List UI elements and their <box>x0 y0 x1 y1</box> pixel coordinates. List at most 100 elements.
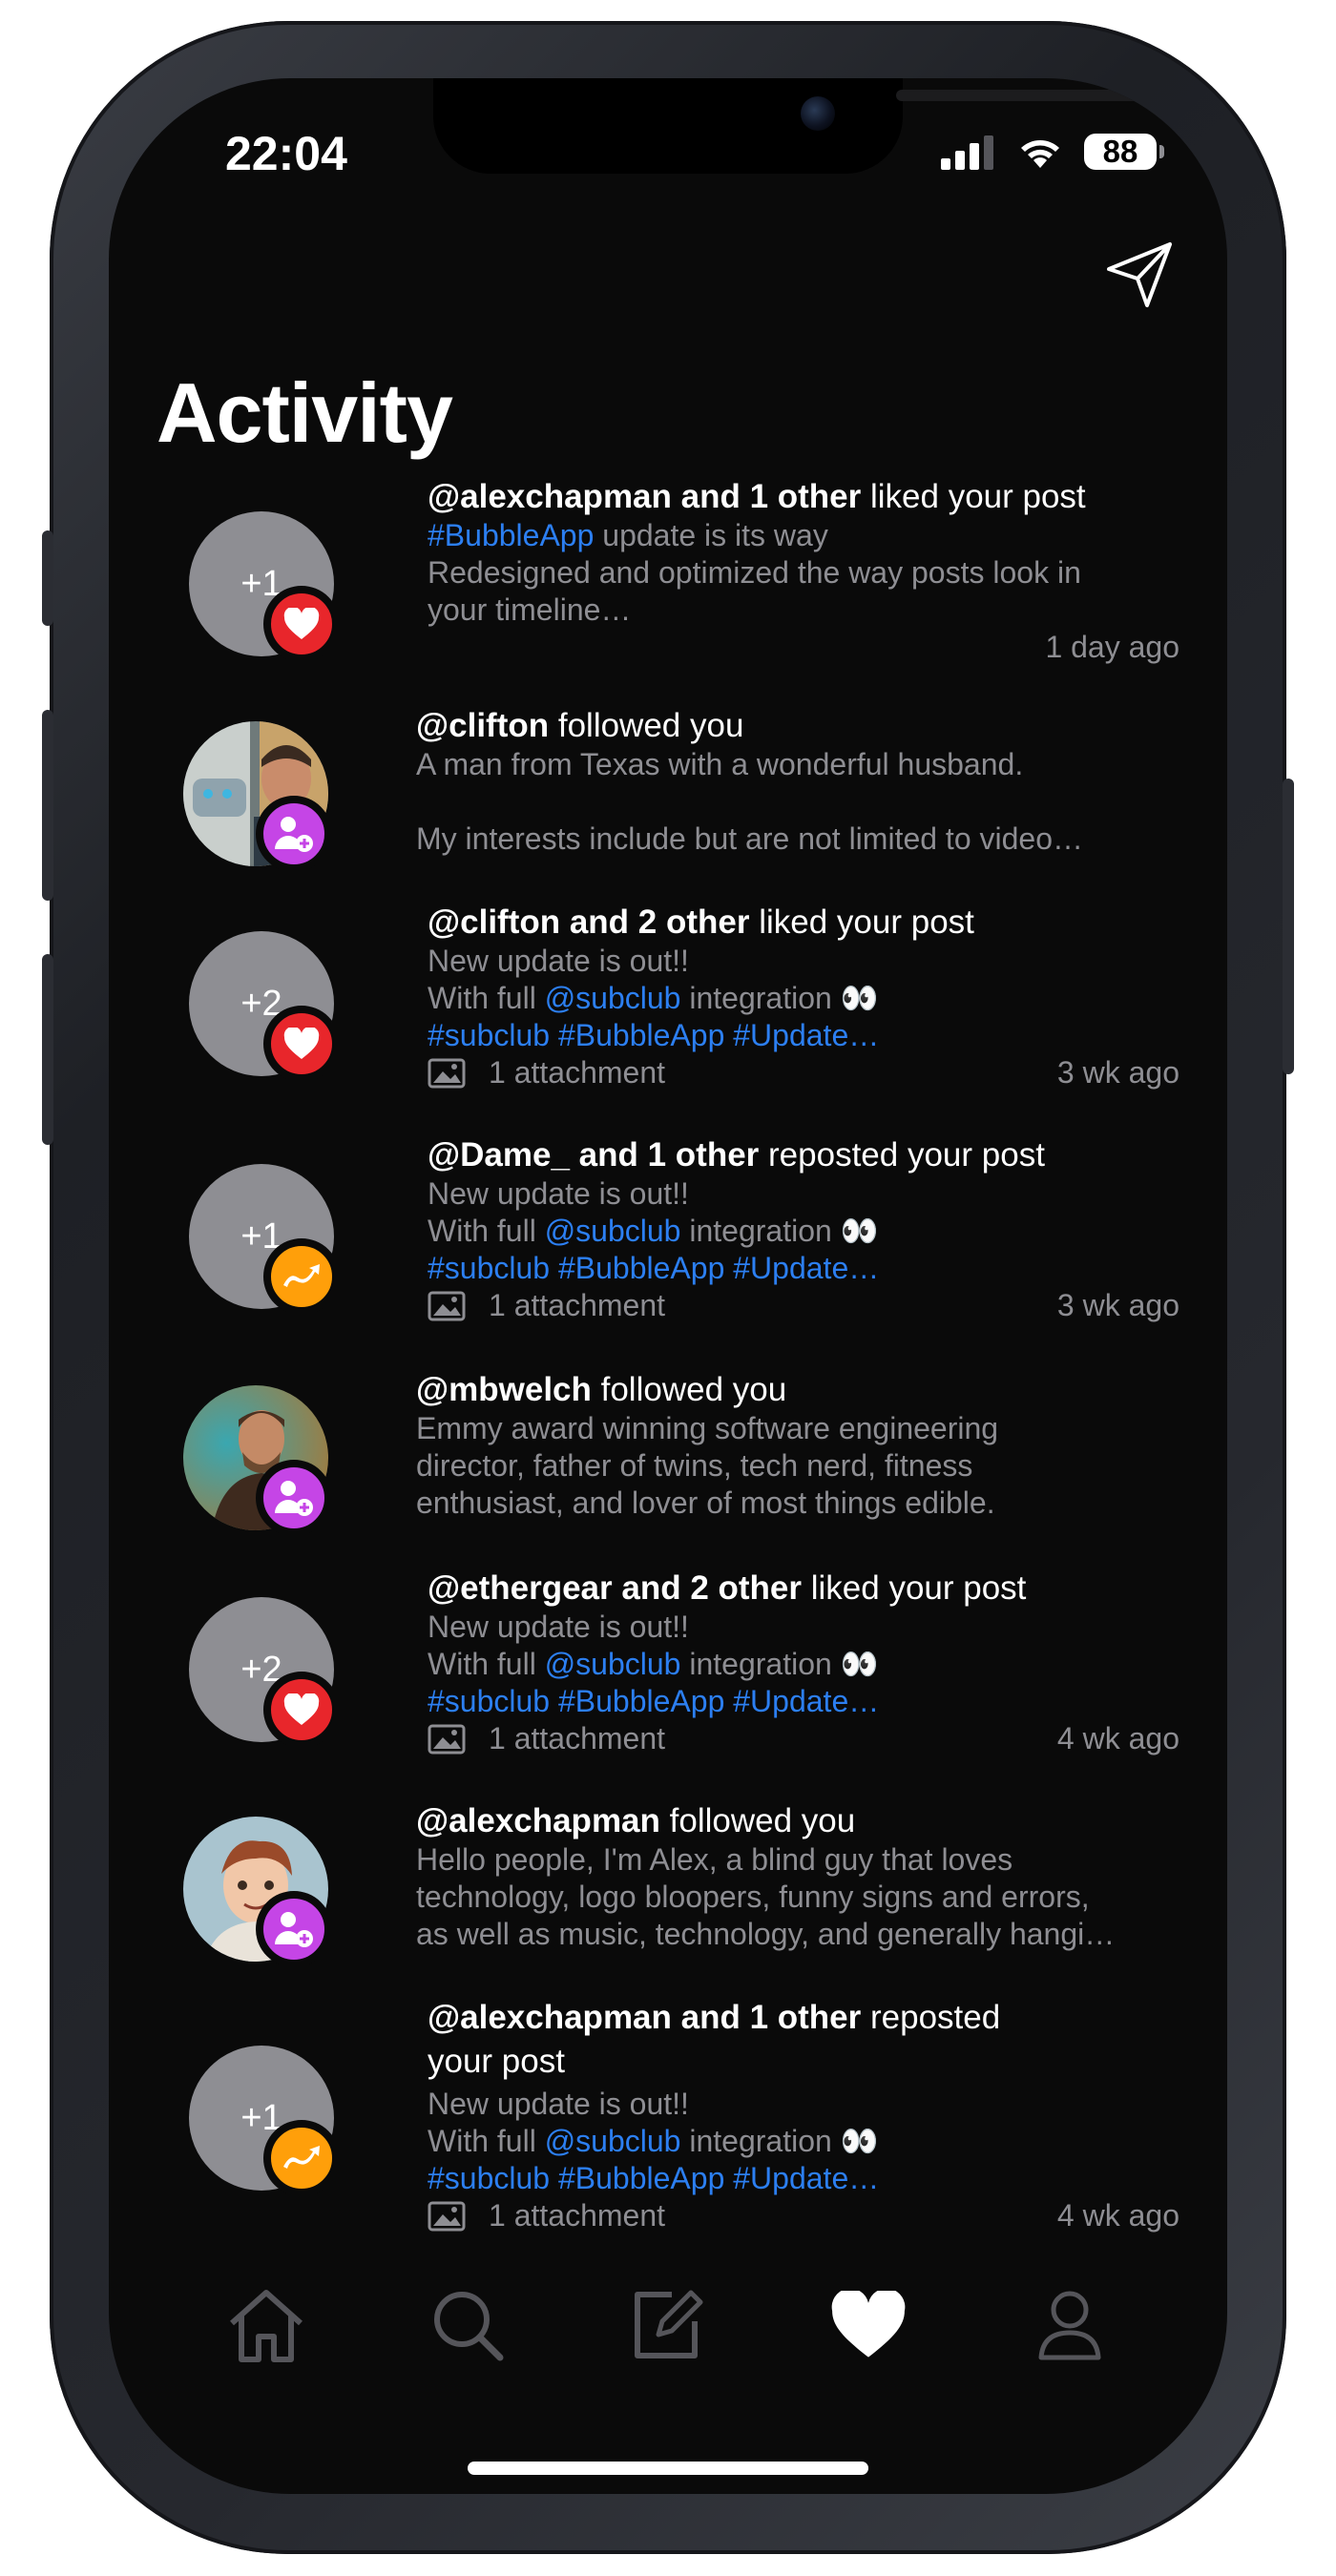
post-text: New update is out!! <box>428 2087 689 2121</box>
action-text: liked your post <box>802 1569 1027 1607</box>
send-button[interactable] <box>1105 240 1174 309</box>
home-indicator[interactable] <box>468 2462 868 2475</box>
add-person-icon <box>275 1481 313 1516</box>
search-icon <box>433 2292 504 2361</box>
hashtags[interactable]: #subclub #BubbleApp #Update… <box>428 1017 1179 1054</box>
compose-icon <box>634 2290 703 2358</box>
tab-bar <box>109 2263 1227 2387</box>
page-title: Activity <box>157 365 453 460</box>
actor-name[interactable]: @clifton <box>416 707 549 744</box>
heart-icon <box>283 1028 320 1059</box>
actor-name[interactable]: @alexchapman and 1 other <box>428 1999 861 2036</box>
bio-text: Emmy award winning software engineering <box>416 1411 999 1445</box>
repost-badge <box>263 1238 340 1315</box>
post-text: With full <box>428 1214 545 1248</box>
image-icon <box>428 1058 466 1088</box>
like-badge <box>263 1672 340 1748</box>
power-button <box>1283 779 1294 1074</box>
signal-icon <box>941 135 993 170</box>
actor-name[interactable]: @mbwelch <box>416 1371 592 1408</box>
post-text: New update is out!! <box>428 1176 689 1211</box>
mention-link[interactable]: @subclub <box>545 1647 681 1681</box>
screen: 22:04 88 Activity +1 @alexchapman and 1 … <box>109 78 1227 2494</box>
action-text: liked your post <box>749 904 974 941</box>
activity-content: @mbwelch followed you Emmy award winning… <box>416 1370 1179 1522</box>
action-text: reposted <box>861 1999 1001 2036</box>
post-text: integration 👀 <box>680 1214 879 1248</box>
activity-row[interactable]: +2 @clifton and 2 other liked your post … <box>109 903 1227 1124</box>
home-icon <box>230 2290 303 2362</box>
repost-icon <box>283 2146 320 2169</box>
hashtags[interactable]: #subclub #BubbleApp #Update… <box>428 1683 1179 1720</box>
timestamp: 4 wk ago <box>1056 2198 1179 2233</box>
bio-text: director, father of twins, tech nerd, fi… <box>416 1448 973 1483</box>
activity-row[interactable]: +1 @Dame_ and 1 other reposted your post… <box>109 1135 1227 1357</box>
action-text: followed you <box>659 1802 856 1839</box>
activity-content: @alexchapman followed you Hello people, … <box>416 1801 1179 1953</box>
hashtags[interactable]: #subclub #BubbleApp #Update… <box>428 2160 1179 2197</box>
activity-row[interactable]: @clifton followed you A man from Texas w… <box>109 706 1227 897</box>
tab-home[interactable] <box>220 2279 312 2371</box>
hashtags[interactable]: #subclub #BubbleApp #Update… <box>428 1250 1179 1287</box>
hashtag-link[interactable]: #BubbleApp <box>428 518 594 552</box>
timestamp: 1 day ago <box>1045 630 1179 664</box>
wifi-icon <box>1021 140 1059 168</box>
actor-name[interactable]: @alexchapman and 1 other <box>428 478 861 515</box>
mention-link[interactable]: @subclub <box>545 981 681 1015</box>
status-icons: 88 <box>939 134 1164 170</box>
like-badge <box>263 586 340 662</box>
post-text: update is its way <box>594 518 828 552</box>
actor-name[interactable]: @alexchapman <box>416 1802 660 1839</box>
activity-content: @alexchapman and 1 other reposted your p… <box>428 1998 1179 2234</box>
volume-down-button <box>42 954 53 1145</box>
activity-content: @alexchapman and 1 other liked your post… <box>428 477 1179 666</box>
mention-link[interactable]: @subclub <box>545 1214 681 1248</box>
dynamic-island <box>433 78 1140 174</box>
volume-up-button <box>42 710 53 901</box>
activity-row[interactable]: +1 @alexchapman and 1 other reposted you… <box>109 1998 1227 2255</box>
attachment-count: 1 attachment <box>489 1288 665 1322</box>
activity-content: @clifton and 2 other liked your post New… <box>428 903 1179 1091</box>
activity-row[interactable]: +1 @alexchapman and 1 other liked your p… <box>109 477 1227 696</box>
profile-icon <box>1038 2291 1101 2360</box>
action-text: followed you <box>591 1371 787 1408</box>
post-text: integration 👀 <box>680 981 879 1015</box>
attachment-count: 1 attachment <box>489 1721 665 1755</box>
activity-content: @Dame_ and 1 other reposted your post Ne… <box>428 1135 1179 1324</box>
timestamp: 3 wk ago <box>1056 1288 1179 1322</box>
tab-activity[interactable] <box>823 2279 914 2371</box>
attachment-count: 1 attachment <box>489 2198 665 2233</box>
activity-row[interactable]: +2 @ethergear and 2 other liked your pos… <box>109 1568 1227 1790</box>
camera-lens <box>801 96 835 131</box>
battery-indicator: 88 <box>1084 134 1164 170</box>
activity-content: @clifton followed you A man from Texas w… <box>416 706 1179 858</box>
activity-row[interactable]: @mbwelch followed you Emmy award winning… <box>109 1370 1227 1551</box>
follow-badge <box>256 796 332 872</box>
bio-text: enthusiast, and lover of most things edi… <box>416 1485 995 1520</box>
bio-text: A man from Texas with a wonderful husban… <box>416 747 1024 781</box>
post-text: Redesigned and optimized the way posts l… <box>428 555 1081 590</box>
attachment-count: 1 attachment <box>489 1055 665 1090</box>
mention-link[interactable]: @subclub <box>545 2124 681 2158</box>
like-badge <box>263 1006 340 1082</box>
post-text: New update is out!! <box>428 1610 689 1644</box>
tab-search[interactable] <box>422 2279 513 2371</box>
post-text: New update is out!! <box>428 944 689 978</box>
activity-row[interactable]: @alexchapman followed you Hello people, … <box>109 1801 1227 1983</box>
heart-icon <box>832 2291 906 2358</box>
follow-badge <box>256 1891 332 1967</box>
repost-badge <box>263 2120 340 2196</box>
actor-name[interactable]: @ethergear and 2 other <box>428 1569 802 1607</box>
post-text: With full <box>428 1647 545 1681</box>
bio-text: as well as music, technology, and genera… <box>416 1917 1116 1951</box>
bio-text: Hello people, I'm Alex, a blind guy that… <box>416 1842 1013 1877</box>
speaker <box>896 90 1140 101</box>
heart-icon <box>283 1693 320 1725</box>
follow-badge <box>256 1460 332 1536</box>
tab-profile[interactable] <box>1024 2279 1116 2371</box>
actor-name[interactable]: @Dame_ and 1 other <box>428 1136 759 1174</box>
action-text: followed you <box>549 707 744 744</box>
tab-compose[interactable] <box>622 2279 714 2371</box>
heart-icon <box>283 608 320 639</box>
actor-name[interactable]: @clifton and 2 other <box>428 904 749 941</box>
